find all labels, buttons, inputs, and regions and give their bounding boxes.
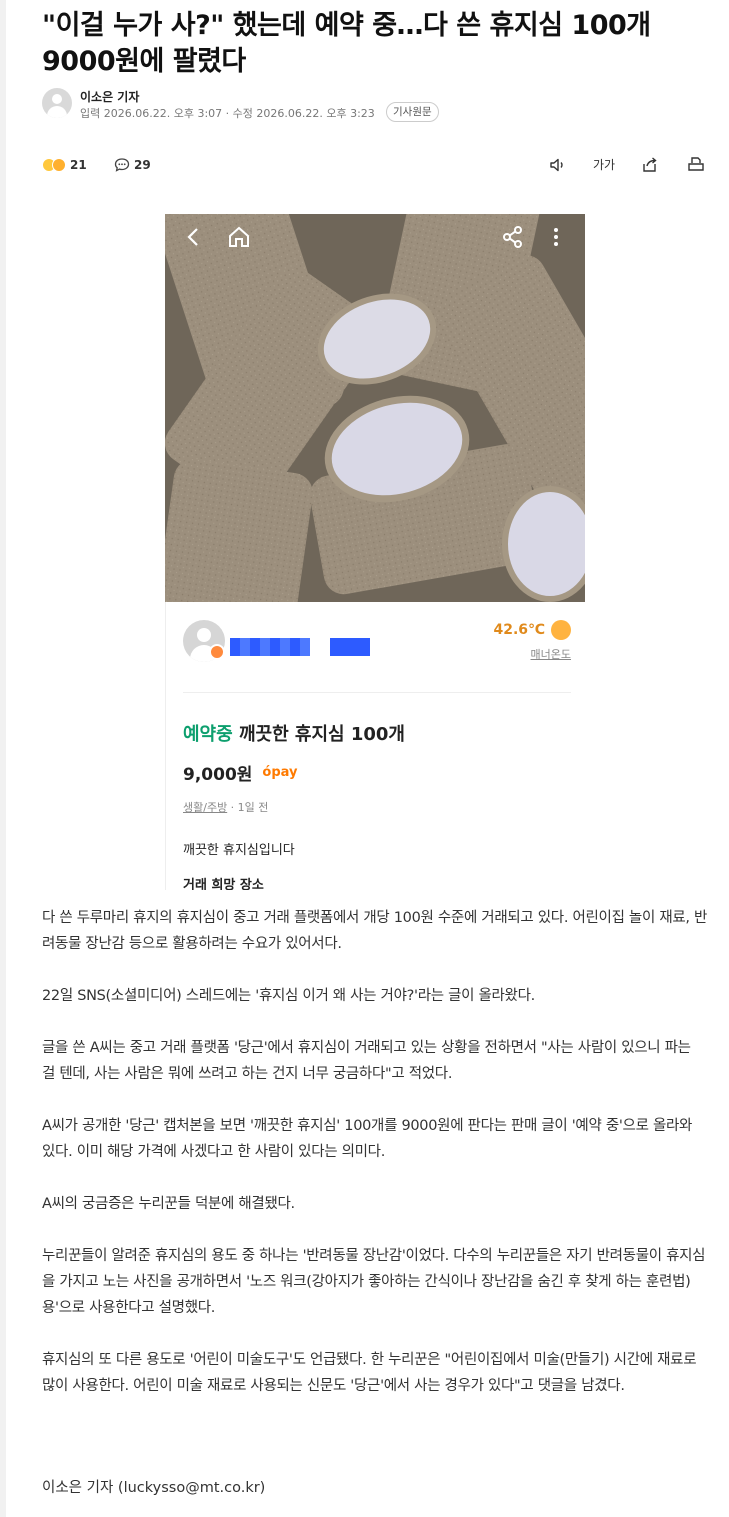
manner-label: 매너온도: [530, 648, 571, 661]
article-title: "이걸 누가 사?" 했는데 예약 중…다 쓴 휴지심 100개 9000원에 …: [42, 10, 651, 77]
share-icon[interactable]: [501, 225, 525, 249]
listing-screenshot: 42.6℃ 매너온도 예약중 깨끗한 휴지심 100개 9,000원 ópay …: [165, 214, 585, 890]
paragraph: 누리꾼들이 알려준 휴지심의 용도 중 하나는 '반려동물 장난감'이었다. 다…: [42, 1248, 706, 1316]
comment-icon: [114, 158, 130, 172]
redacted-seller-name: [230, 638, 310, 656]
print-icon: [688, 157, 704, 171]
comment-button[interactable]: 29: [114, 154, 151, 176]
pay-badge: ópay: [262, 765, 297, 780]
temperature-face-icon: [551, 620, 571, 640]
share-button[interactable]: [638, 153, 662, 177]
reporter-signature: 이소은 기자 (luckysso@mt.co.kr): [42, 1480, 266, 1496]
trade-place-label: 거래 희망 장소: [183, 878, 264, 890]
listing-meta: 생활/주방 · 1일 전: [183, 799, 268, 815]
article-toolbar: 21 29 가가: [42, 152, 708, 178]
speaker-icon: [550, 158, 563, 172]
redacted-seller-location: [330, 638, 370, 656]
sad-emoji-icon: [52, 158, 66, 172]
paragraph: A씨가 공개한 '당근' 캡처본을 보면 '깨끗한 휴지심' 100개를 900…: [42, 1118, 693, 1160]
divider: [183, 692, 571, 693]
back-icon[interactable]: [185, 226, 203, 248]
reaction-button[interactable]: 21: [42, 154, 87, 176]
reaction-count: 21: [70, 158, 87, 172]
listing-time: · 1일 전: [227, 801, 269, 814]
article-body: 다 쓴 두루마리 휴지의 휴지심이 중고 거래 플랫폼에서 개당 100원 수준…: [42, 905, 708, 1425]
paragraph: 글을 쓴 A씨는 중고 거래 플랫폼 '당근'에서 휴지심이 거래되고 있는 상…: [42, 1040, 691, 1082]
listing-description: 깨끗한 휴지심입니다: [183, 843, 295, 858]
listen-button[interactable]: [546, 153, 570, 177]
paragraph: 다 쓴 두루마리 휴지의 휴지심이 중고 거래 플랫폼에서 개당 100원 수준…: [42, 910, 708, 952]
seller-badge-icon: [209, 644, 225, 660]
price-row: 9,000원 ópay: [183, 760, 298, 785]
share-icon: [643, 157, 657, 172]
listing-price: 9,000원: [183, 765, 253, 785]
comment-count: 29: [134, 158, 151, 172]
original-article-button[interactable]: 기사원문: [386, 102, 439, 122]
listing-category: 생활/주방: [183, 801, 228, 814]
listing-title-row: 예약중 깨끗한 휴지심 100개: [183, 720, 405, 746]
reporter-name[interactable]: 이소은 기자: [80, 88, 139, 105]
more-icon[interactable]: [551, 225, 561, 249]
font-size-button[interactable]: 가가: [592, 153, 616, 177]
temperature-value: 42.6℃: [493, 622, 546, 638]
reporter-avatar[interactable]: [42, 88, 72, 118]
listing-title: 깨끗한 휴지심 100개: [238, 724, 405, 745]
manner-temperature: 42.6℃: [493, 620, 571, 640]
paragraph: A씨의 궁금증은 누리꾼들 덕분에 해결됐다.: [42, 1196, 295, 1212]
home-icon[interactable]: [227, 225, 251, 249]
article-dates: 입력 2026.06.22. 오후 3:07 · 수정 2026.06.22. …: [80, 107, 375, 120]
left-rule: [0, 0, 6, 1517]
print-button[interactable]: [684, 153, 708, 177]
pay-label: pay: [271, 765, 298, 780]
status-badge: 예약중: [183, 724, 233, 745]
toilet-paper-rolls-photo: [165, 214, 585, 602]
listing-info: 42.6℃ 매너온도 예약중 깨끗한 휴지심 100개 9,000원 ópay …: [165, 602, 585, 890]
paragraph: 휴지심의 또 다른 용도로 '어린이 미술도구'도 언급됐다. 한 누리꾼은 "…: [42, 1352, 697, 1394]
paragraph: 22일 SNS(소셜미디어) 스레드에는 '휴지심 이거 왜 사는 거야?'라는…: [42, 988, 535, 1004]
